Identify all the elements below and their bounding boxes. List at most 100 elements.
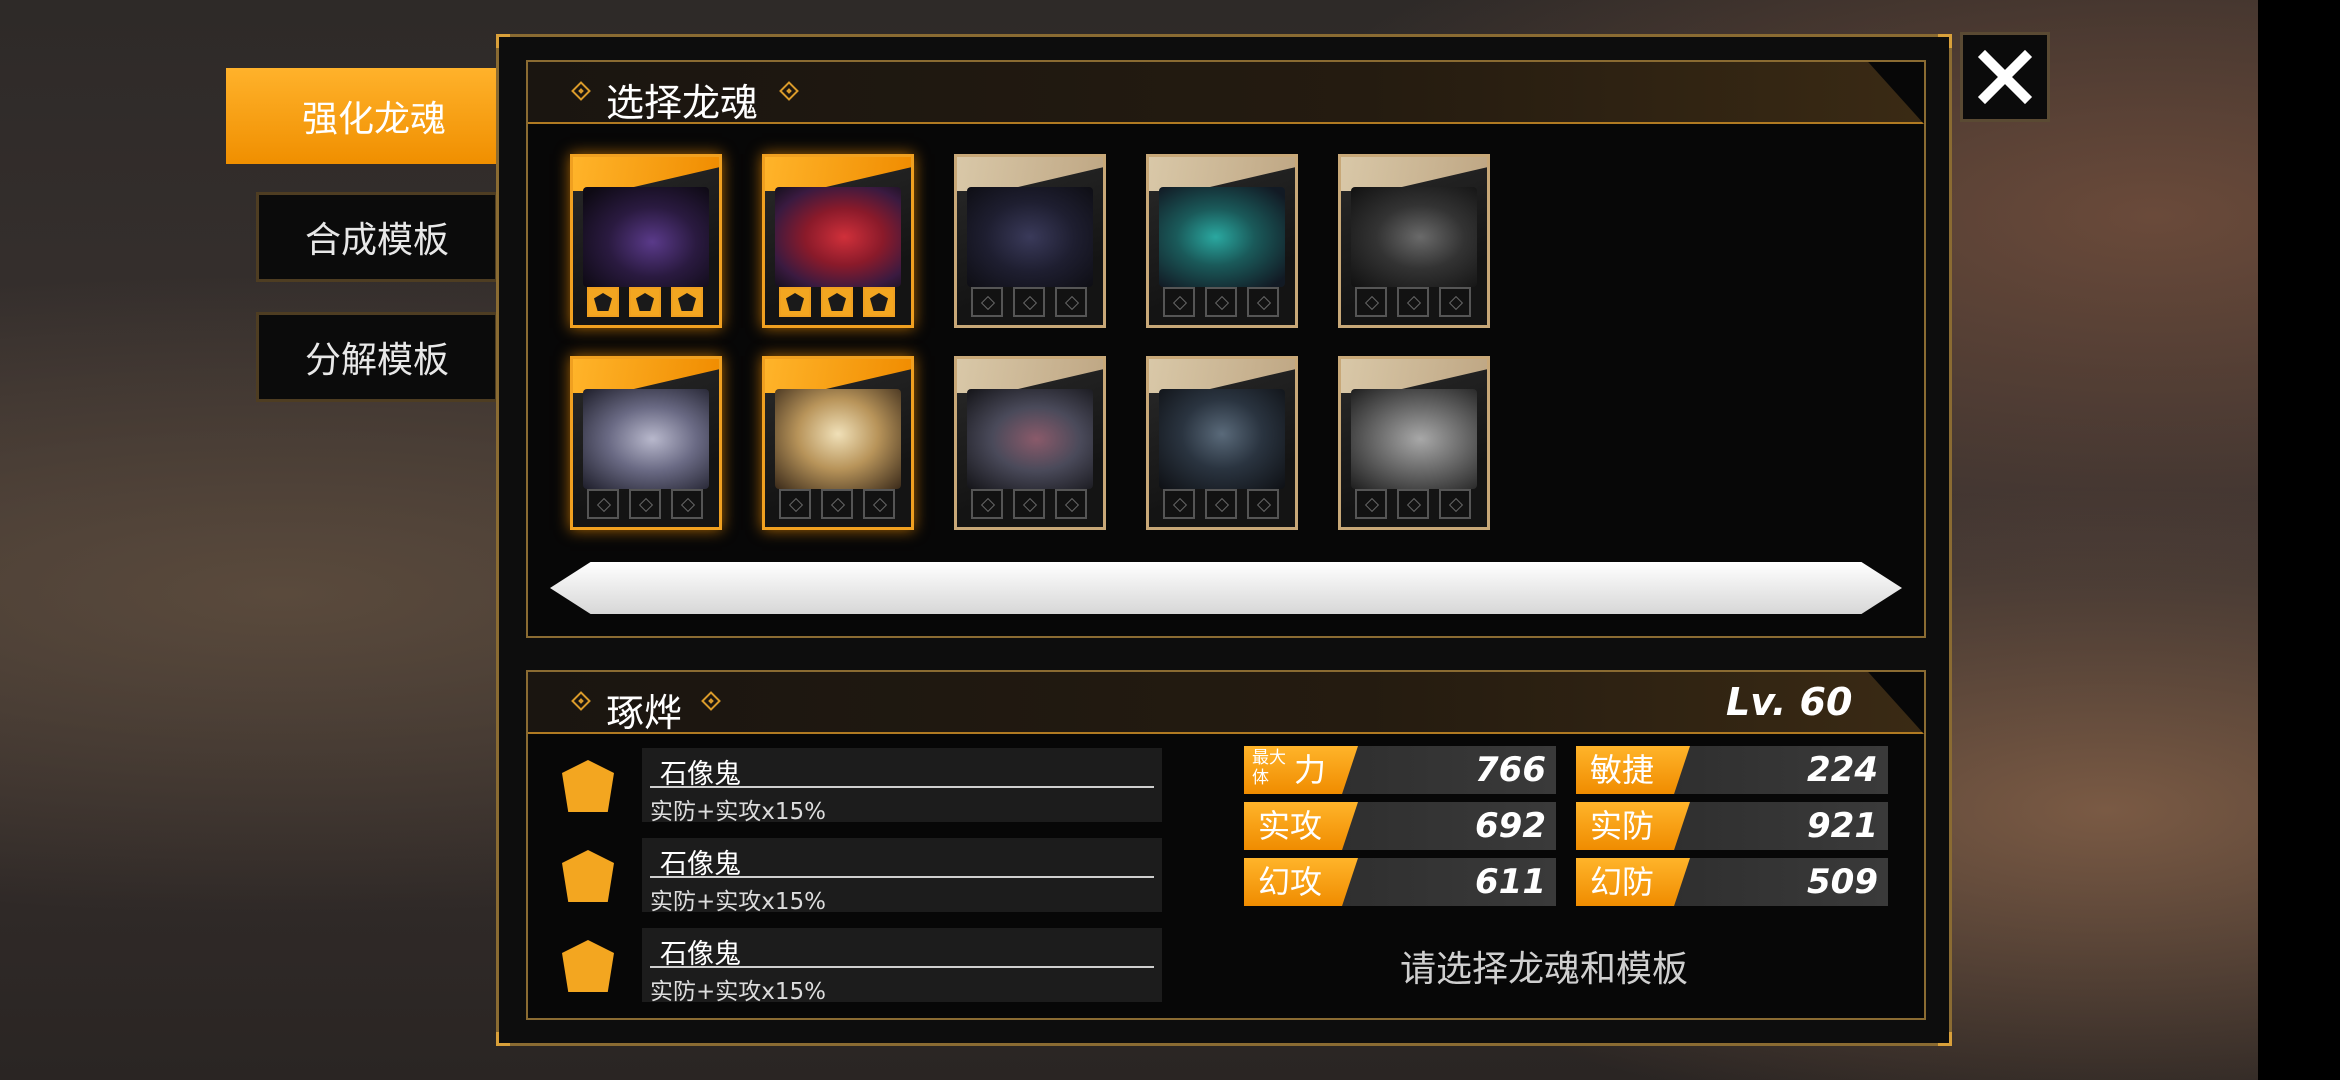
- tab-decompose-template-label: 分解模板: [304, 340, 449, 381]
- template-slot-empty-icon: [863, 489, 895, 519]
- stat-label: 实攻: [1244, 802, 1358, 850]
- stat-agility: 敏捷 224: [1576, 746, 1888, 794]
- card-rarity-band: [573, 359, 719, 393]
- template-slot-empty-icon: [1355, 489, 1387, 519]
- soul-name: 琢烨: [606, 691, 683, 735]
- card-rarity-band: [573, 157, 719, 191]
- stat-value: 921: [1807, 806, 1878, 846]
- template-effect: 实防+实攻x15%: [650, 889, 827, 915]
- card-rarity-band: [1149, 157, 1295, 191]
- stat-magic-defense: 幻防 509: [1576, 858, 1888, 906]
- dragon-portrait: [583, 187, 709, 287]
- template-slot-empty-icon: [1163, 489, 1195, 519]
- template-slot-empty-icon: [587, 489, 619, 519]
- template-slot-empty-icon: [779, 489, 811, 519]
- card-rarity-band: [957, 157, 1103, 191]
- stat-label: 敏捷: [1576, 746, 1690, 794]
- select-soul-title: 选择龙魂: [606, 81, 759, 125]
- template-effect: 实防+实攻x15%: [650, 979, 827, 1005]
- card-rarity-band: [957, 359, 1103, 393]
- template-slot-empty-icon: [671, 489, 703, 519]
- template-slot-empty-icon: [1013, 287, 1045, 317]
- right-edge-bar: [2258, 0, 2340, 1080]
- tab-enhance-soul-label: 强化龙魂: [301, 99, 446, 140]
- dragon-portrait: [1351, 389, 1477, 489]
- panel-corner-decoration: [496, 1032, 510, 1046]
- stat-value: 692: [1475, 806, 1546, 846]
- dragon-card-9[interactable]: [1146, 356, 1298, 530]
- stat-physical-defense: 实防 921: [1576, 802, 1888, 850]
- card-rarity-band: [765, 157, 911, 191]
- dragon-card-1[interactable]: [570, 154, 722, 328]
- template-slot-empty-icon: [1247, 489, 1279, 519]
- template-slots: [587, 489, 703, 519]
- stat-max-hp: 最大体 力 766: [1244, 746, 1556, 794]
- template-slot-empty-icon: [1055, 287, 1087, 317]
- soul-detail-header: 琢烨: [528, 672, 1924, 734]
- stat-value: 611: [1475, 862, 1546, 902]
- dragon-card-7[interactable]: [762, 356, 914, 530]
- dragon-card-8[interactable]: [954, 356, 1106, 530]
- divider: [650, 786, 1154, 788]
- template-row[interactable]: 石像鬼 实防+实攻x15%: [642, 748, 1162, 825]
- dragon-card-3[interactable]: [954, 154, 1106, 328]
- template-slot-filled-icon: [821, 287, 853, 317]
- select-soul-section: 选择龙魂: [526, 60, 1926, 638]
- dragon-portrait: [1159, 187, 1285, 287]
- template-slot-filled-icon: [671, 287, 703, 317]
- select-soul-header: 选择龙魂: [528, 62, 1924, 124]
- dragon-portrait: [967, 187, 1093, 287]
- template-row[interactable]: 石像鬼 实防+实攻x15%: [642, 928, 1162, 1005]
- template-slot-empty-icon: [821, 489, 853, 519]
- template-slot-empty-icon: [1247, 287, 1279, 317]
- template-slot-filled-icon: [587, 287, 619, 317]
- template-slots: [971, 287, 1087, 317]
- card-rarity-band: [1149, 359, 1295, 393]
- stat-label: 实防: [1576, 802, 1690, 850]
- card-rarity-band: [1341, 359, 1487, 393]
- stat-label: 幻防: [1576, 858, 1690, 906]
- divider: [650, 966, 1154, 968]
- template-slot-empty-icon: [1205, 287, 1237, 317]
- template-slots: [1163, 489, 1279, 519]
- diamond-ornament-icon: [571, 691, 591, 711]
- template-row[interactable]: 石像鬼 实防+实攻x15%: [642, 838, 1162, 915]
- template-slots: [1355, 489, 1471, 519]
- stat-value: 509: [1807, 862, 1878, 902]
- template-slots: [971, 489, 1087, 519]
- template-slots: [1163, 287, 1279, 317]
- tab-combine-template-label: 合成模板: [304, 220, 449, 261]
- stat-magic-attack: 幻攻 611: [1244, 858, 1556, 906]
- template-slot-empty-icon: [1355, 287, 1387, 317]
- template-slot-empty-icon: [1163, 287, 1195, 317]
- horizontal-scrollbar[interactable]: [550, 562, 1902, 614]
- stat-label-main: 力: [1294, 751, 1327, 789]
- template-effect: 实防+实攻x15%: [650, 799, 827, 825]
- dragon-card-2[interactable]: [762, 154, 914, 328]
- dragon-card-10[interactable]: [1338, 356, 1490, 530]
- template-slot-filled-icon: [863, 287, 895, 317]
- panel-corner-decoration: [1938, 1032, 1952, 1046]
- card-rarity-band: [765, 359, 911, 393]
- dragon-card-5[interactable]: [1338, 154, 1490, 328]
- template-slot-empty-icon: [1397, 287, 1429, 317]
- stat-value: 766: [1475, 750, 1546, 790]
- template-slot-empty-icon: [1439, 489, 1471, 519]
- template-slots: [779, 489, 895, 519]
- dragon-card-6[interactable]: [570, 356, 722, 530]
- template-slot-empty-icon: [629, 489, 661, 519]
- template-slots: [587, 287, 703, 317]
- tab-decompose-template[interactable]: 分解模板: [256, 312, 498, 402]
- selection-hint: 请选择龙魂和模板: [1400, 949, 1689, 990]
- dragon-portrait: [775, 187, 901, 287]
- template-slot-empty-icon: [1439, 287, 1471, 317]
- stat-label: 幻攻: [1244, 858, 1358, 906]
- template-slots: [1355, 287, 1471, 317]
- stat-label: 最大体 力: [1244, 746, 1358, 794]
- tab-combine-template[interactable]: 合成模板: [256, 192, 498, 282]
- divider: [650, 876, 1154, 878]
- close-button[interactable]: [1960, 32, 2050, 122]
- dragon-card-4[interactable]: [1146, 154, 1298, 328]
- template-slot-empty-icon: [1013, 489, 1045, 519]
- dragon-portrait: [967, 389, 1093, 489]
